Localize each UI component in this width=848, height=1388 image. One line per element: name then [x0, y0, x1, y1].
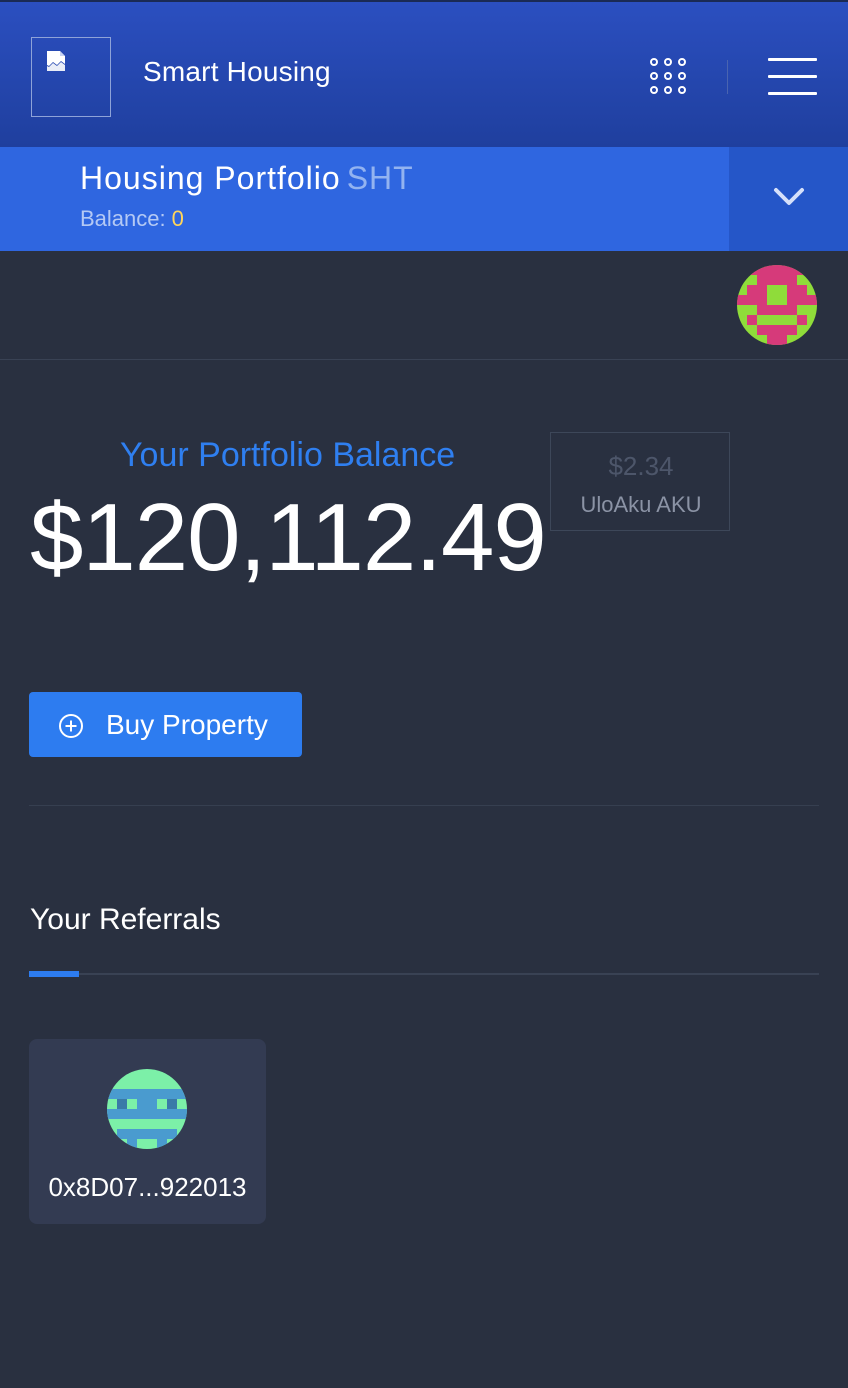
referrals-tab-underline: [29, 973, 819, 975]
portfolio-ticker: SHT: [346, 160, 414, 196]
apps-grid-icon[interactable]: [650, 58, 688, 96]
section-divider: [29, 805, 819, 806]
header-separator: [727, 60, 728, 94]
chevron-down-icon: [774, 188, 804, 205]
portfolio-dropdown-button[interactable]: [729, 147, 848, 251]
top-navbar: Smart Housing: [0, 0, 848, 147]
app-title: Smart Housing: [143, 56, 331, 87]
referral-address: 0x8D07...922013: [48, 1172, 247, 1202]
referral-avatar: [107, 1069, 187, 1149]
portfolio-balance-heading: Your Portfolio Balance: [120, 436, 456, 474]
referrals-title: Your Referrals: [30, 903, 221, 936]
buy-property-button[interactable]: Buy Property: [29, 692, 302, 757]
token-name: UloAku AKU: [580, 492, 702, 517]
token-price: $2.34: [608, 451, 674, 481]
buy-property-label: Buy Property: [106, 709, 268, 740]
portfolio-title: Housing Portfolio SHT: [80, 160, 414, 197]
portfolio-balance-amount: $120,112.49: [30, 484, 547, 591]
plus-circle-icon: [59, 714, 83, 738]
portfolio-balance-label: Balance:: [80, 206, 166, 231]
broken-image-icon: [47, 51, 65, 71]
portfolio-balance-value: 0: [171, 206, 184, 231]
referrals-tab-indicator: [29, 971, 79, 977]
section-divider: [0, 359, 848, 360]
app-logo[interactable]: [31, 37, 111, 117]
user-avatar[interactable]: [737, 265, 817, 345]
hamburger-menu-icon[interactable]: [768, 58, 817, 96]
referral-card[interactable]: 0x8D07...922013: [29, 1039, 266, 1224]
portfolio-balance: Balance: 0: [80, 206, 184, 232]
token-price-card: $2.34 UloAku AKU: [550, 432, 730, 531]
portfolio-name: Housing Portfolio: [80, 160, 341, 196]
